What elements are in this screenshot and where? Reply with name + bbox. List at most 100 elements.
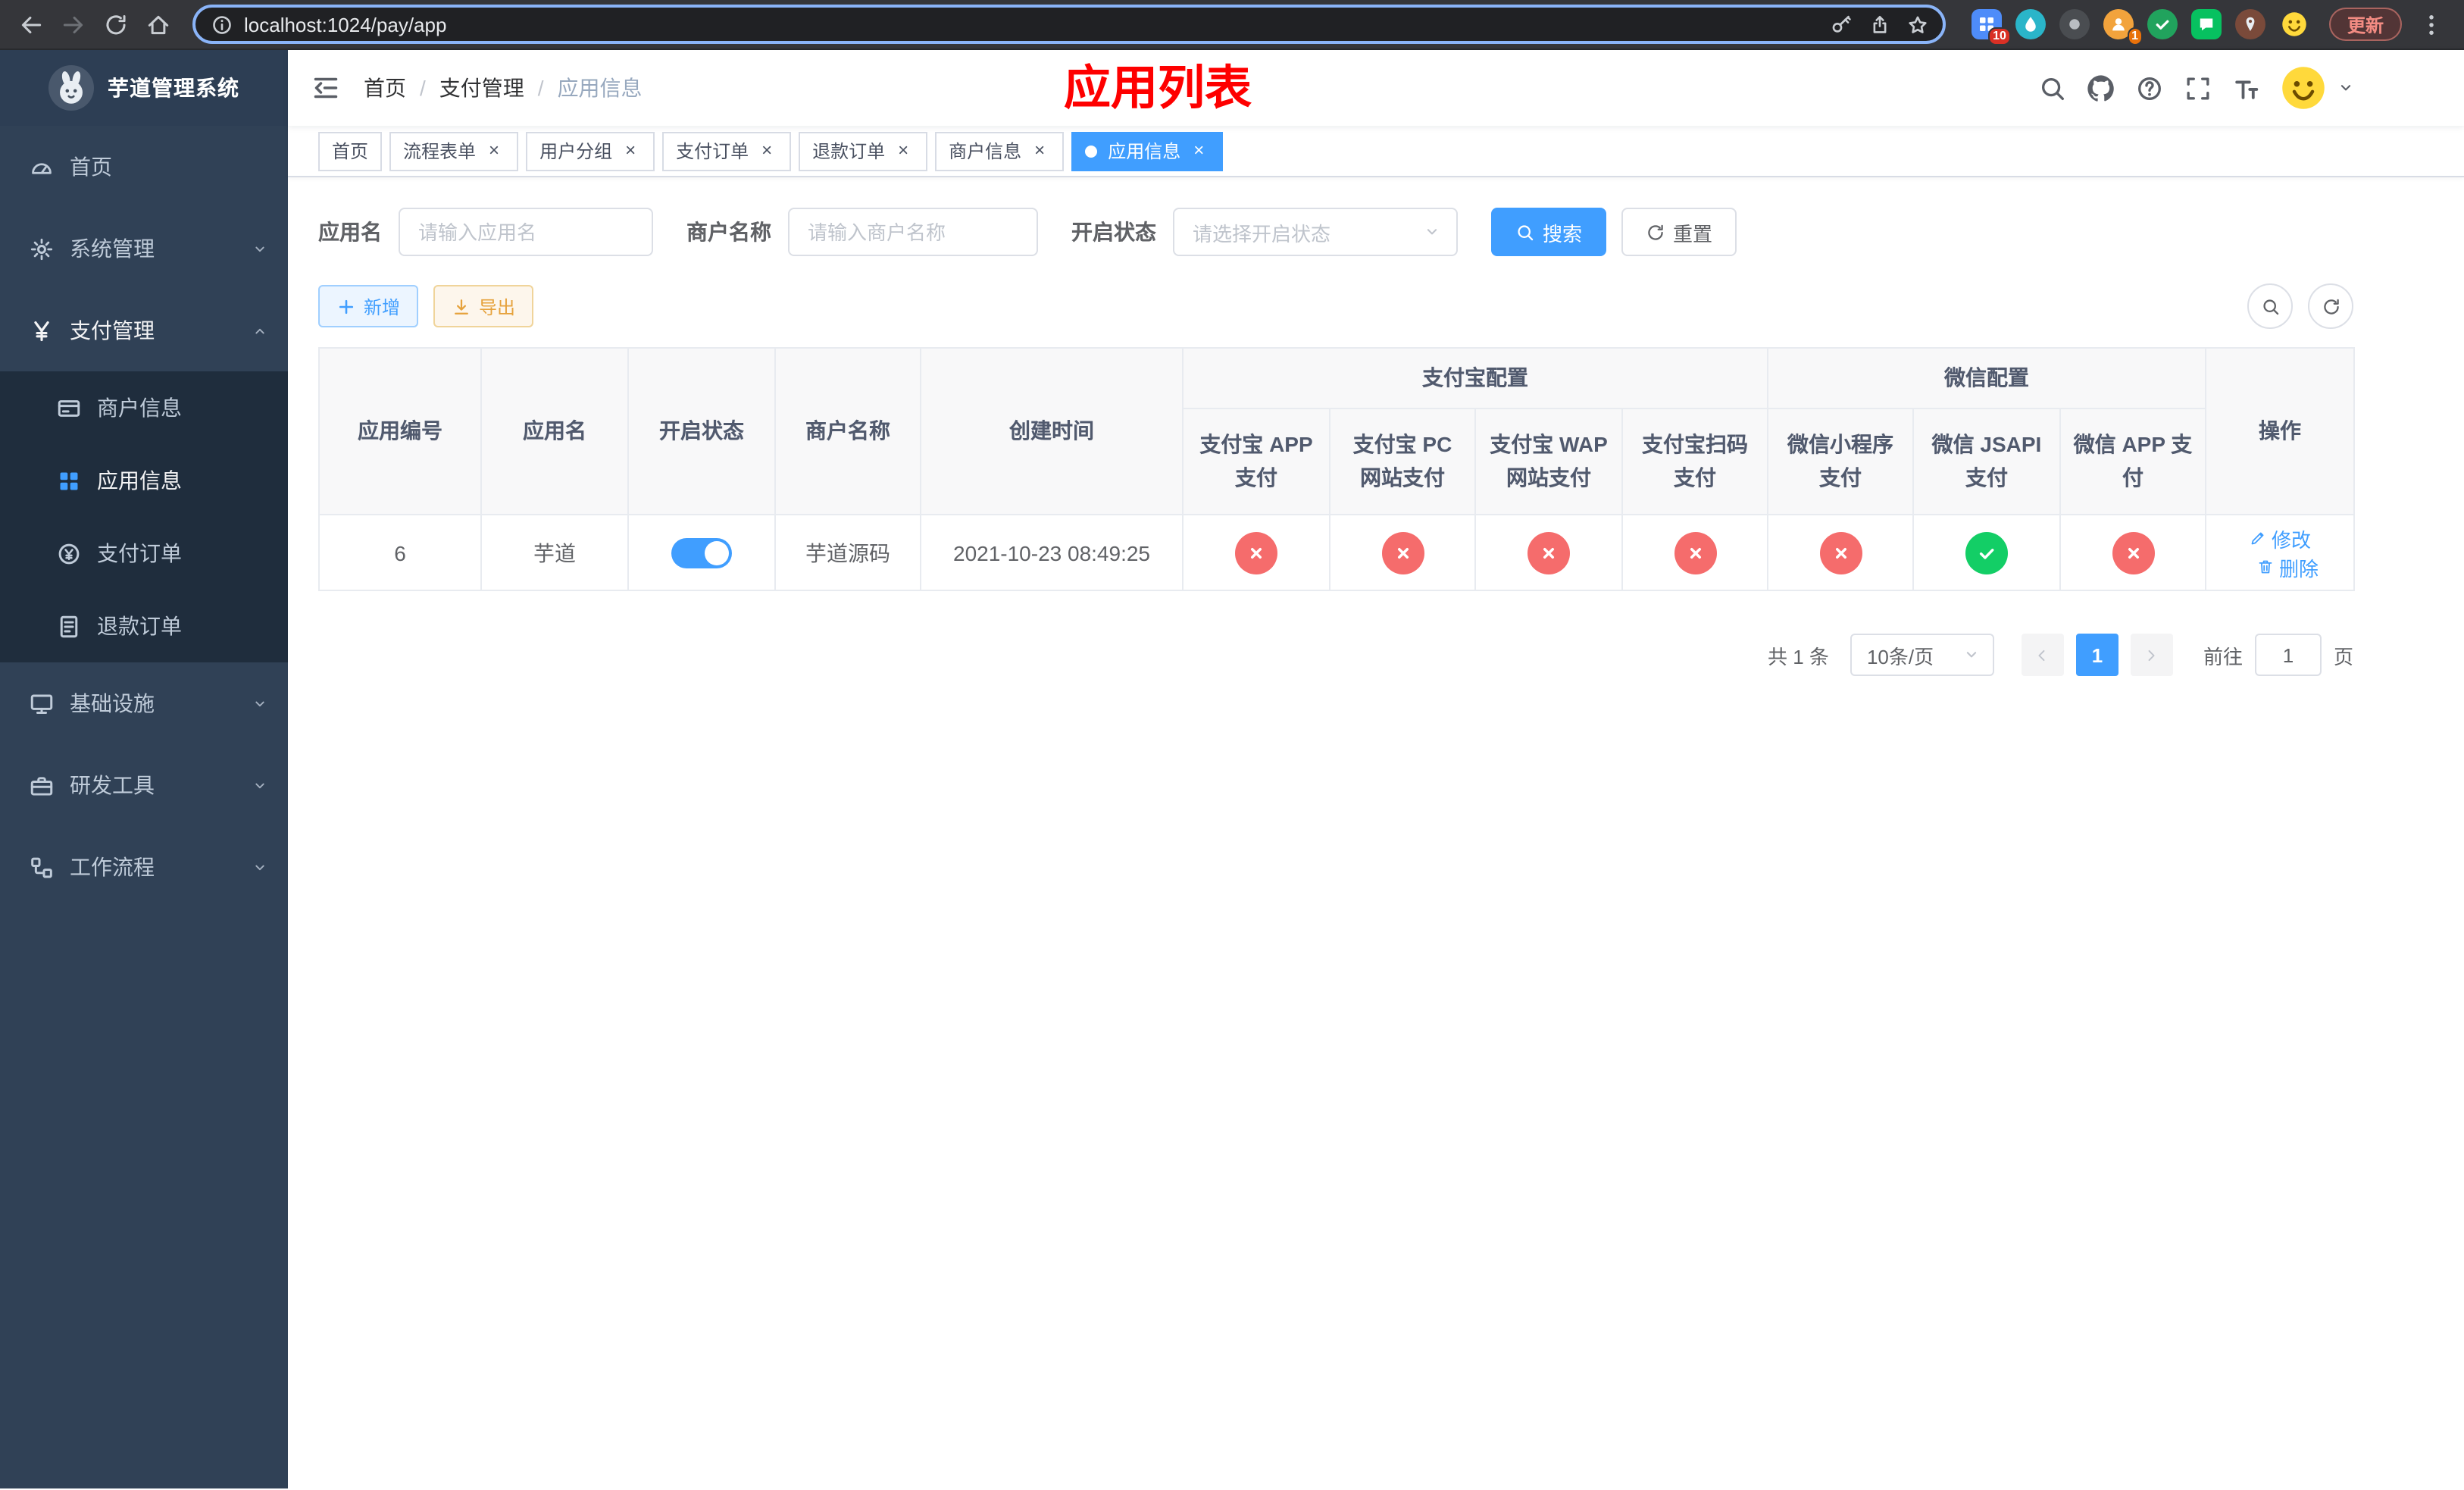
table-row: 6 芋道 芋道源码 2021-10-23 08:49:25 修改 删除 — [318, 514, 2355, 591]
page-size-select[interactable]: 10条/页 — [1850, 634, 1994, 676]
sidebar-fold-icon[interactable] — [311, 73, 341, 103]
browser-update-button[interactable]: 更新 — [2328, 8, 2402, 41]
col-header-alipay-wap: 支付宝 WAP 网站支付 — [1474, 408, 1623, 515]
export-button[interactable]: 导出 — [433, 285, 534, 327]
tab-process-form[interactable]: 流程表单 × — [389, 131, 519, 171]
help-icon[interactable] — [2135, 74, 2164, 102]
sidebar-item-system[interactable]: 系统管理 — [0, 208, 288, 290]
tab-app-info[interactable]: 应用信息 × — [1071, 131, 1224, 171]
sidebar-item-pay-order[interactable]: 支付订单 — [0, 517, 288, 590]
sidebar-item-home[interactable]: 首页 — [0, 126, 288, 208]
page-number-button[interactable]: 1 — [2075, 634, 2118, 676]
share-icon[interactable] — [1862, 7, 1897, 42]
browser-menu-icon[interactable] — [2409, 3, 2452, 45]
github-icon[interactable] — [2087, 74, 2115, 102]
password-manager-icon[interactable] — [1825, 7, 1859, 42]
status-select[interactable]: 请选择开启状态 — [1173, 208, 1458, 256]
user-avatar-menu[interactable] — [2281, 65, 2355, 111]
tab-close-icon[interactable]: × — [1029, 139, 1050, 161]
prev-page-button[interactable] — [2021, 634, 2064, 676]
app-logo[interactable]: 芋道管理系统 — [0, 50, 288, 126]
tab-merchant-info[interactable]: 商户信息 × — [935, 131, 1065, 171]
breadcrumb-separator: / — [537, 76, 544, 100]
cell-wx-mini — [1767, 514, 1914, 591]
chevron-down-icon — [252, 777, 268, 794]
tab-close-icon[interactable]: × — [483, 139, 505, 161]
toggle-search-button[interactable] — [2247, 283, 2293, 329]
browser-back-icon[interactable] — [9, 3, 52, 45]
chat-extension-icon[interactable] — [2190, 9, 2222, 39]
check-extension-icon[interactable] — [2147, 9, 2178, 39]
edit-link[interactable]: 修改 — [2249, 524, 2311, 552]
merchant-name-input[interactable] — [788, 208, 1038, 256]
order-icon — [56, 540, 82, 566]
tags-view-bar: 首页 流程表单 × 用户分组 × 支付订单 × 退款订单 × 商户信息 × 应用信息 × — [288, 126, 2464, 177]
search-button[interactable]: 搜索 — [1491, 208, 1607, 256]
tab-close-icon[interactable]: × — [893, 139, 914, 161]
card-icon — [56, 395, 82, 421]
total-count: 共 1 条 — [1768, 645, 1829, 668]
pin-extension-icon[interactable] — [2234, 9, 2265, 39]
delete-link[interactable]: 删除 — [2256, 552, 2319, 581]
sidebar-item-workflow[interactable]: 工作流程 — [0, 826, 288, 908]
add-button[interactable]: 新增 — [318, 285, 419, 327]
breadcrumb-home[interactable]: 首页 — [364, 73, 406, 103]
smiley-extension-icon[interactable] — [2279, 9, 2309, 39]
tab-close-icon[interactable]: × — [620, 139, 641, 161]
avatar-extension-icon[interactable]: 1 — [2103, 9, 2143, 45]
status-label: 开启状态 — [1071, 220, 1156, 244]
tab-home[interactable]: 首页 — [318, 131, 383, 171]
sidebar-item-payment[interactable]: 支付管理 — [0, 290, 288, 371]
extension-badge: 1 — [2127, 27, 2143, 45]
browser-home-icon[interactable] — [136, 3, 179, 45]
disabled-x-icon — [1819, 531, 1862, 574]
bookmark-star-icon[interactable] — [1900, 7, 1935, 42]
address-bar[interactable]: localhost:1024/pay/app — [192, 5, 1946, 44]
browser-forward-icon[interactable] — [52, 3, 94, 45]
breadcrumb: 首页 / 支付管理 / 应用信息 — [364, 73, 643, 103]
tab-pay-order[interactable]: 支付订单 × — [662, 131, 792, 171]
goto-page-input[interactable] — [2254, 634, 2322, 676]
drop-extension-icon[interactable] — [2015, 9, 2046, 39]
tab-user-group[interactable]: 用户分组 × — [526, 131, 655, 171]
chevron-down-icon — [1962, 646, 1981, 664]
tab-refund-order[interactable]: 退款订单 × — [799, 131, 928, 171]
cell-app-name: 芋道 — [480, 514, 629, 591]
browser-toolbar: localhost:1024/pay/app 10 1 更新 — [0, 0, 2464, 50]
dark-extension-icon[interactable] — [2059, 9, 2090, 39]
avatar-caret-icon — [2337, 79, 2355, 97]
col-header-merchant: 商户名称 — [774, 347, 921, 515]
sidebar-item-devtools[interactable]: 研发工具 — [0, 744, 288, 826]
font-size-icon[interactable] — [2232, 74, 2261, 102]
page-content: 应用名 商户名称 开启状态 请选择开启状态 — [288, 177, 2464, 1488]
reset-button[interactable]: 重置 — [1621, 208, 1737, 256]
refresh-table-button[interactable] — [2308, 283, 2353, 329]
disabled-x-icon — [1527, 531, 1570, 574]
sidebar-item-merchant-info[interactable]: 商户信息 — [0, 371, 288, 444]
col-header-alipay-app: 支付宝 APP 支付 — [1182, 408, 1330, 515]
tab-close-icon[interactable]: × — [1188, 139, 1209, 161]
breadcrumb-payment[interactable]: 支付管理 — [439, 73, 524, 103]
navbar-actions — [2038, 65, 2355, 111]
sidebar-item-refund-order[interactable]: 退款订单 — [0, 590, 288, 662]
trash-icon — [2256, 558, 2275, 576]
extension-badge: 10 — [1988, 27, 2011, 45]
gear-icon — [29, 236, 55, 261]
col-header-wx-mini: 微信小程序支付 — [1767, 408, 1914, 515]
url-text[interactable]: localhost:1024/pay/app — [244, 13, 1814, 36]
next-page-button[interactable] — [2130, 634, 2173, 676]
sidebar-item-infra[interactable]: 基础设施 — [0, 662, 288, 744]
app-name-input[interactable] — [399, 208, 653, 256]
tab-close-icon[interactable]: × — [756, 139, 777, 161]
grid-extension-icon[interactable]: 10 — [1971, 9, 2011, 45]
browser-reload-icon[interactable] — [94, 3, 136, 45]
active-tab-dot — [1085, 145, 1098, 157]
fullscreen-icon[interactable] — [2184, 74, 2212, 102]
site-info-icon[interactable] — [211, 13, 233, 36]
header-search-icon[interactable] — [2038, 74, 2067, 102]
sidebar-item-app-info[interactable]: 应用信息 — [0, 444, 288, 517]
sidebar-menu: 首页 系统管理 支付管理 商户信息 应用信息 支付订单 退款订单 基础设施 研发工具 工作流程 — [0, 126, 288, 908]
status-toggle[interactable] — [671, 537, 732, 568]
col-header-alipay-scan: 支付宝扫码支付 — [1621, 408, 1768, 515]
chevron-down-icon — [252, 695, 268, 712]
